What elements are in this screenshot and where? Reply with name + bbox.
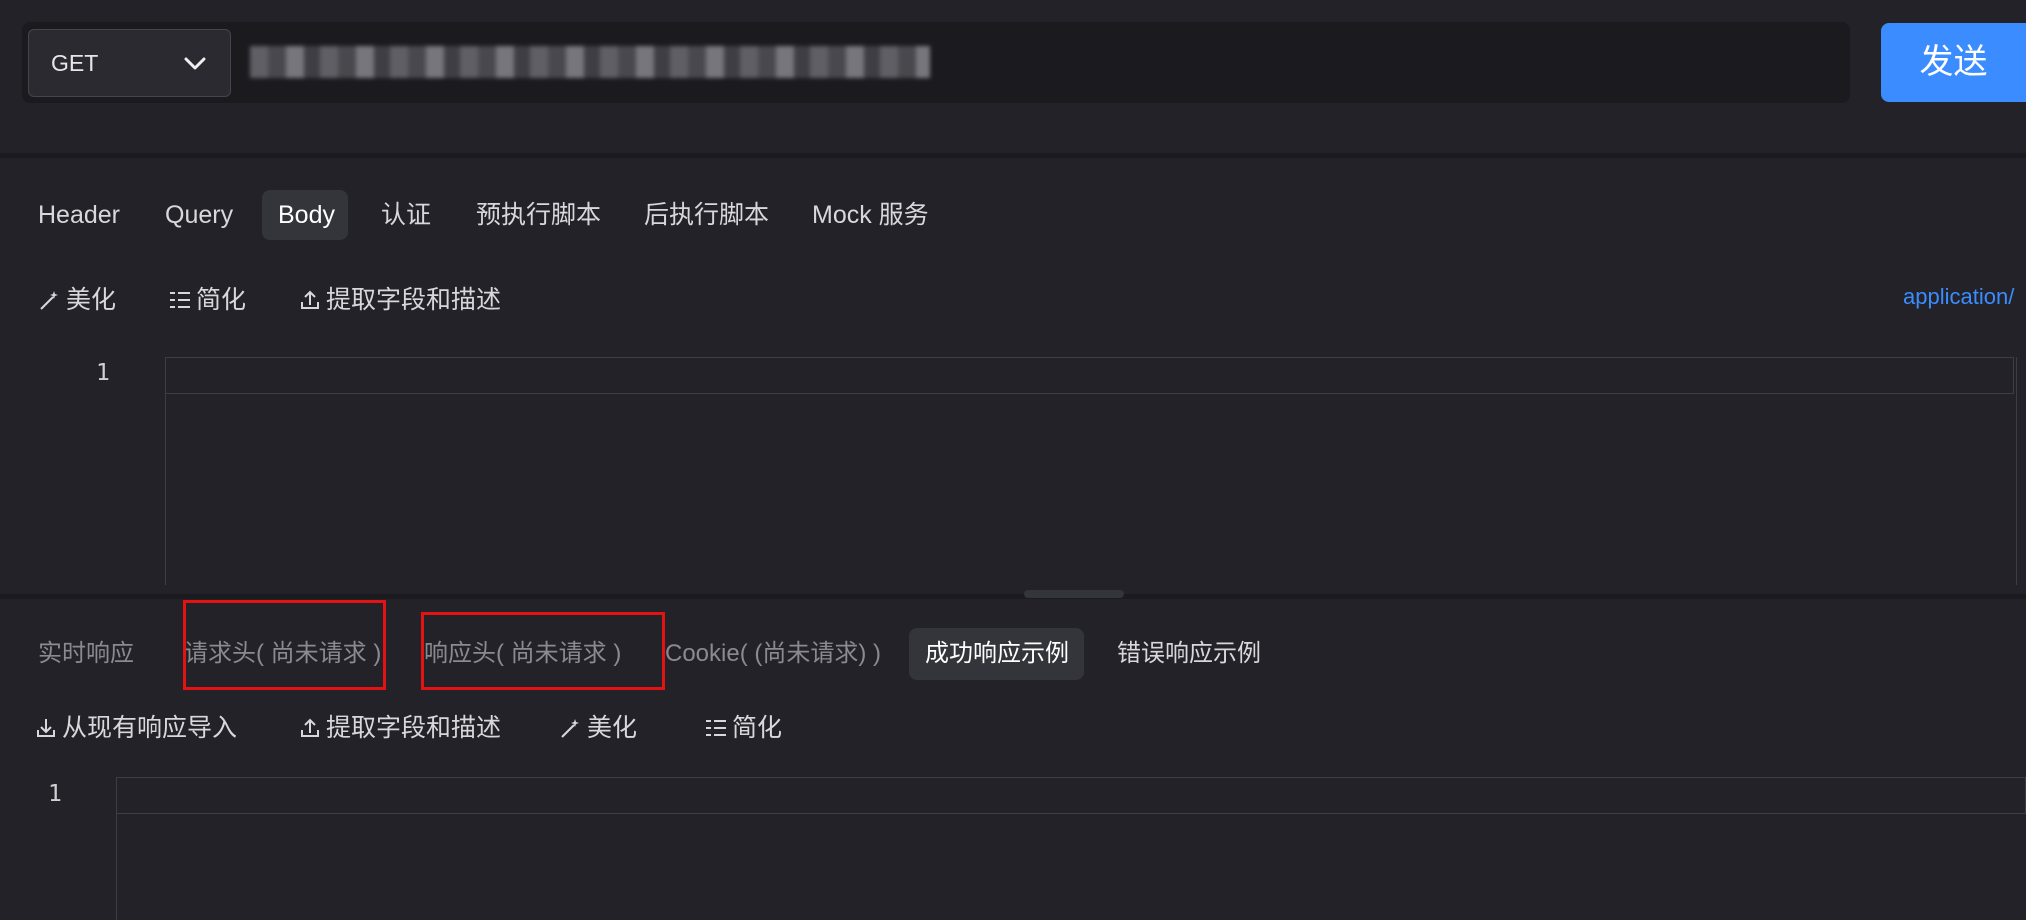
tab-mock-service[interactable]: Mock 服务 (812, 190, 929, 240)
response-beautify-button[interactable]: 美化 (559, 710, 637, 746)
tab-error-example[interactable]: 错误响应示例 (1117, 628, 1261, 680)
panel-splitter[interactable] (0, 594, 2026, 599)
request-headers-highlight (183, 600, 386, 690)
extract-fields-label: 提取字段和描述 (326, 286, 502, 314)
upload-icon (301, 718, 319, 737)
response-line-number: 1 (48, 781, 62, 807)
extract-fields-button[interactable]: 提取字段和描述 (298, 282, 501, 318)
tab-body[interactable]: Body (262, 190, 348, 240)
response-extract-label: 提取字段和描述 (326, 714, 502, 742)
import-response-label: 从现有响应导入 (62, 714, 238, 742)
send-button[interactable]: 发送 (1881, 23, 2026, 102)
upload-icon (301, 290, 319, 309)
list-icon (170, 291, 190, 308)
response-headers-highlight (421, 612, 665, 690)
chevron-down-icon (184, 57, 206, 70)
tab-query[interactable]: Query (165, 190, 233, 240)
url-redacted-mask (250, 46, 930, 78)
tab-live-response[interactable]: 实时响应 (38, 628, 134, 680)
tab-header[interactable]: Header (38, 190, 120, 240)
response-simplify-label: 简化 (732, 714, 783, 742)
response-beautify-label: 美化 (587, 714, 638, 742)
tab-success-example[interactable]: 成功响应示例 (909, 628, 1084, 680)
list-icon (706, 719, 726, 736)
magic-wand-icon (40, 290, 58, 310)
magic-wand-icon (561, 718, 579, 738)
method-label: GET (51, 50, 99, 76)
simplify-label: 简化 (196, 286, 247, 314)
method-select[interactable]: GET (28, 29, 231, 97)
response-simplify-button[interactable]: 简化 (704, 710, 782, 746)
tab-auth[interactable]: 认证 (381, 190, 431, 240)
body-editor-line[interactable] (166, 357, 2014, 394)
download-icon (37, 718, 55, 737)
import-response-button[interactable]: 从现有响应导入 (34, 710, 237, 746)
tab-post-script[interactable]: 后执行脚本 (644, 190, 769, 240)
beautify-label: 美化 (66, 286, 117, 314)
tab-cookie[interactable]: Cookie( (尚未请求) ) (665, 628, 881, 680)
response-editor-line[interactable] (117, 777, 2026, 814)
tab-pre-script[interactable]: 预执行脚本 (476, 190, 601, 240)
request-panel-divider (0, 153, 2026, 158)
splitter-handle[interactable] (1024, 590, 1124, 598)
body-line-number: 1 (96, 360, 110, 386)
beautify-button[interactable]: 美化 (38, 282, 116, 318)
simplify-button[interactable]: 简化 (168, 282, 246, 318)
content-type-link[interactable]: application/ (1903, 284, 2014, 310)
response-extract-button[interactable]: 提取字段和描述 (298, 710, 501, 746)
